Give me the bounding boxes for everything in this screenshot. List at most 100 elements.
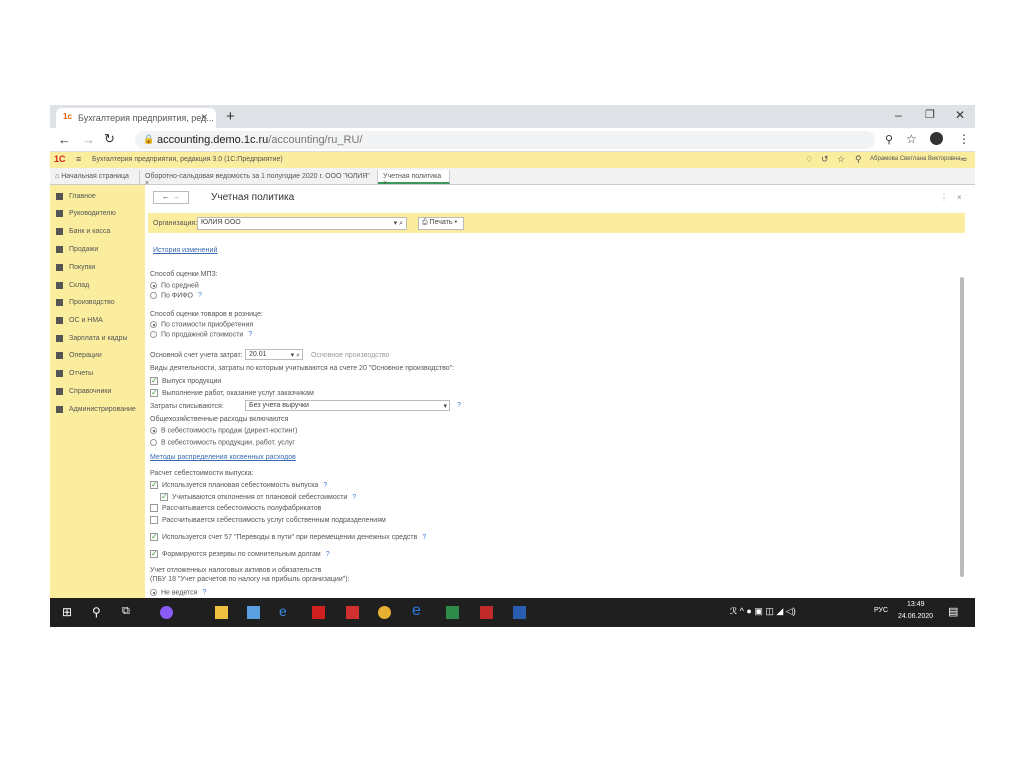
search-icon[interactable]: ⚲ xyxy=(855,154,862,165)
radio-overhead-direct[interactable]: В себестоимость продаж (директ-костинг) xyxy=(150,427,297,434)
sidebar-label: Зарплата и кадры xyxy=(69,335,128,342)
sidebar-item-operations[interactable]: Операции xyxy=(56,352,102,359)
checkbox-deviations[interactable]: ✓ Учитываются отклонения от плановой себе… xyxy=(160,493,356,501)
print-button[interactable]: ⎙ Печать ▾ xyxy=(418,217,464,230)
user-name[interactable]: Абрамова Светлана Викторовна xyxy=(870,156,961,162)
factory-icon xyxy=(56,299,63,306)
organization-field[interactable]: ЮЛИЯ ООО ▾ ⌕ xyxy=(197,217,407,230)
profile-icon[interactable] xyxy=(930,132,943,145)
dropdown-icon[interactable]: ▾ ⌕ xyxy=(291,351,300,360)
sidebar-label: Производство xyxy=(69,299,115,306)
restore-icon[interactable]: ❐ xyxy=(925,108,935,121)
pdf-icon[interactable] xyxy=(480,606,493,619)
browser-tabstrip: 1с Бухгалтерия предприятия, ред... ✕ + – ❐… xyxy=(50,105,975,128)
radio-deferred-none[interactable]: Не ведется? xyxy=(150,589,206,596)
account-field[interactable]: 20.01 ▾ ⌕ xyxy=(245,349,303,360)
history-link[interactable]: История изменений xyxy=(153,247,217,254)
tab-osv[interactable]: Оборотно-сальдовая ведомость за 1 полуго… xyxy=(140,170,378,187)
sidebar-item-director[interactable]: Руководителю xyxy=(56,210,116,217)
sidebar-item-catalogs[interactable]: Справочники xyxy=(56,388,111,395)
clock-date[interactable]: 24.06.2020 xyxy=(898,613,933,620)
forward-button[interactable]: → xyxy=(172,192,180,201)
sidebar-item-assets[interactable]: ОС и НМА xyxy=(56,317,103,324)
radio-mpz-average[interactable]: По средней xyxy=(150,282,199,289)
more-icon[interactable]: ⋮ xyxy=(940,193,948,202)
sidebar-item-salary[interactable]: Зарплата и кадры xyxy=(56,335,128,342)
dropdown-and-open-icon[interactable]: ▾ ⌕ xyxy=(394,219,403,228)
1c-logo: 1С xyxy=(54,154,66,164)
zoom-icon[interactable]: ⚲ xyxy=(885,133,893,146)
print-label: Печать xyxy=(429,219,453,226)
account-label: Основной счет учета затрат: xyxy=(150,352,243,359)
sidebar-label: Главное xyxy=(69,193,96,200)
new-tab-icon[interactable]: + xyxy=(226,108,235,125)
search-icon[interactable]: ⚲ xyxy=(92,605,101,619)
costs-select[interactable]: Без учета выручки ▾ xyxy=(245,400,450,411)
ie-icon[interactable]: e xyxy=(279,603,292,619)
history-icon[interactable]: ↺ xyxy=(821,154,829,165)
sidebar-item-purchases[interactable]: Покупки xyxy=(56,264,95,271)
app-icon[interactable] xyxy=(346,606,359,619)
methods-link[interactable]: Методы распределения косвенных расходов xyxy=(150,454,296,461)
radio-retail-cost[interactable]: По стоимости приобретения xyxy=(150,321,253,328)
sidebar-label: Справочники xyxy=(69,388,112,395)
checkbox-reserves[interactable]: ✓ Формируются резервы по сомнительным дол… xyxy=(150,550,330,558)
bookmark-star-icon[interactable]: ☆ xyxy=(906,132,917,146)
close-tab-icon[interactable]: ✕ xyxy=(200,112,208,123)
favorites-icon[interactable]: ☆ xyxy=(837,154,845,165)
forward-icon[interactable]: → xyxy=(82,132,95,147)
settings-icon[interactable]: ≂ xyxy=(960,154,968,165)
tray-icons[interactable]: ℛ ^ ● ▣ ◫ ◢ ◁) xyxy=(730,606,796,617)
sidebar-item-production[interactable]: Производство xyxy=(56,299,115,306)
close-window-icon[interactable]: ✕ xyxy=(955,108,965,122)
radio-mpz-fifo[interactable]: По ФИФО? xyxy=(150,292,202,299)
checkbox-internal-services[interactable]: Рассчитывается себестоимость услуг собст… xyxy=(150,516,386,524)
browser-tab[interactable]: 1с Бухгалтерия предприятия, ред... ✕ xyxy=(56,108,216,128)
close-form-icon[interactable]: × xyxy=(957,193,962,202)
checkbox-services[interactable]: ✓ Выполнение работ, оказание услуг заказч… xyxy=(150,389,314,397)
help-icon: ? xyxy=(248,331,253,339)
checkbox-product-output[interactable]: ✓ Выпуск продукции xyxy=(150,377,221,385)
sidebar-item-warehouse[interactable]: Склад xyxy=(56,282,89,289)
account-name[interactable]: Основное производство xyxy=(311,352,389,359)
radio-retail-sale[interactable]: По продажной стоимости? xyxy=(150,331,252,338)
sidebar-item-main[interactable]: Главное xyxy=(56,193,96,200)
excel-icon[interactable] xyxy=(446,606,459,619)
sidebar-label: ОС и НМА xyxy=(69,317,103,324)
sidebar-item-sales[interactable]: Продажи xyxy=(56,246,98,253)
back-button[interactable]: ← xyxy=(162,192,170,201)
scrollbar[interactable] xyxy=(960,277,964,577)
language-indicator[interactable]: РУС xyxy=(874,607,888,614)
menu-icon[interactable]: ⋮ xyxy=(958,132,970,146)
checkbox-semifinished[interactable]: Рассчитывается себестоимость полуфабрика… xyxy=(150,504,321,512)
hamburger-icon[interactable]: ≡ xyxy=(76,154,81,164)
explorer-icon[interactable] xyxy=(215,606,228,619)
sidebar-item-bank[interactable]: Банк и касса xyxy=(56,228,110,235)
edge-icon[interactable]: e xyxy=(412,602,425,619)
url-input[interactable]: 🔒 accounting.demo.1c.ru/accounting/ru_RU/ xyxy=(135,131,875,149)
help-icon[interactable]: ? xyxy=(457,402,461,409)
clock-time[interactable]: 13:49 xyxy=(907,601,925,608)
bell-icon[interactable]: ♢ xyxy=(805,154,813,165)
alice-icon[interactable] xyxy=(160,606,173,619)
checkbox-account-57[interactable]: ✓ Используется счет 57 "Переводы в пути" … xyxy=(150,533,426,541)
dropdown-icon[interactable]: ▾ xyxy=(443,402,447,410)
word-icon[interactable] xyxy=(513,606,526,619)
checkbox-planned-cost[interactable]: ✓ Используется плановая себестоимость вып… xyxy=(150,481,327,489)
form-area: ← → Учетная политика ⋮ × Организация: ЮЛ… xyxy=(145,185,975,598)
back-icon[interactable]: ← xyxy=(58,132,71,147)
reload-icon[interactable]: ↻ xyxy=(104,131,115,147)
sidebar-item-admin[interactable]: Администрирование xyxy=(56,406,136,413)
tab-home[interactable]: ⌂ Начальная страница xyxy=(50,170,140,184)
radio-overhead-cost[interactable]: В себестоимость продукции, работ, услуг xyxy=(150,439,295,446)
yandex-icon[interactable] xyxy=(312,606,325,619)
tab-accounting-policy[interactable]: Учетная политика × xyxy=(378,170,450,187)
sidebar-item-reports[interactable]: Отчеты xyxy=(56,370,93,377)
minimize-icon[interactable]: – xyxy=(895,108,902,122)
notifications-icon[interactable]: ▤ xyxy=(948,605,958,618)
printer-icon: ⎙ xyxy=(422,219,430,226)
task-view-icon[interactable]: ⧉ xyxy=(122,605,130,618)
store-icon[interactable] xyxy=(247,606,260,619)
windows-start-icon[interactable]: ⊞ xyxy=(62,605,72,619)
chrome-icon[interactable] xyxy=(378,606,391,619)
